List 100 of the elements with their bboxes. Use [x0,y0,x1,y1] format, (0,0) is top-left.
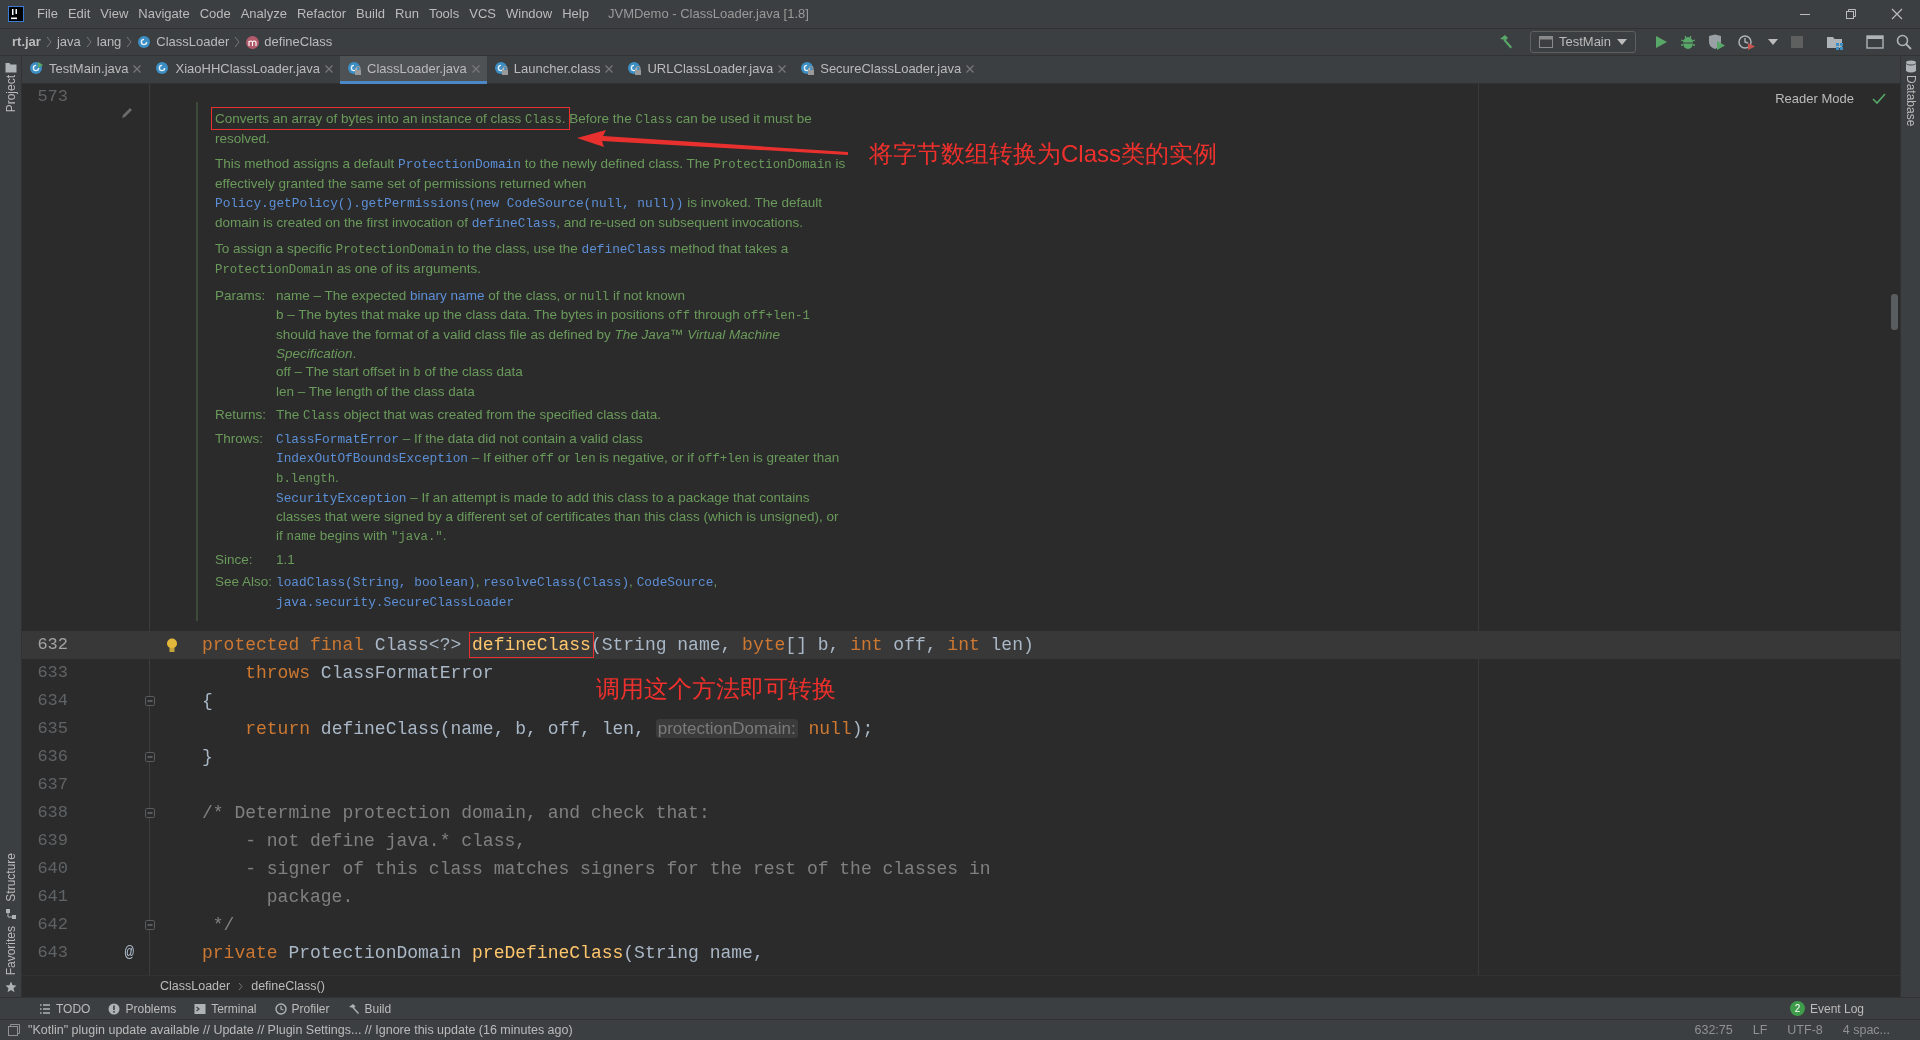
editor-tab[interactable]: XiaoHHClassLoader.java [148,56,340,84]
editor-tab[interactable]: Launcher.class [486,56,621,84]
tool-window-button[interactable]: Database [1901,73,1920,129]
chevron-icon [45,36,52,48]
status-item[interactable]: 4 spac... [1836,1020,1896,1040]
doc-link[interactable]: resolveClass(Class) [483,575,630,591]
doc-entry: b – The bytes that make up the class data. The bytes in positions off through off+len-1 should have the format of a valid class file as defined by The Java™ Virtual Machine Specification. [276,306,811,363]
tool-window-button[interactable]: Build [338,999,401,1018]
caret-icon[interactable] [1768,39,1778,45]
close-icon[interactable] [133,64,142,73]
tool-window-button[interactable]: Favorites [1,923,20,977]
doc-link[interactable]: defineClass [471,215,557,231]
doc-link[interactable]: binary name [410,287,485,303]
restore-icon[interactable] [1845,8,1857,20]
status-item[interactable]: LF [1746,1020,1774,1040]
close-icon[interactable] [325,64,333,73]
doc-link[interactable]: IndexOutOfBoundsException [276,451,468,467]
tool-window-button[interactable]: TODO [30,999,100,1018]
pencil-icon[interactable] [120,106,134,120]
menu-item[interactable]: Help [557,4,594,24]
chevron-icon [238,982,244,991]
menu-item[interactable]: Refactor [291,4,352,24]
line-number: 639 [37,831,68,851]
close-icon[interactable] [605,64,614,73]
run-icon[interactable] [1654,35,1668,49]
menu-item[interactable]: VCS [464,4,501,24]
tool-window-button[interactable]: Problems [99,999,186,1018]
doc-link[interactable]: SecurityException [276,490,407,506]
menu-item[interactable]: File [32,4,63,24]
warning-circle-icon [108,1002,121,1015]
status-item[interactable]: UTF-8 [1781,1020,1829,1040]
folder-icon[interactable] [4,62,17,73]
folder-grid-icon[interactable] [1826,34,1844,50]
menu-item[interactable]: Tools [423,4,465,24]
database-icon[interactable] [1904,60,1917,73]
hammer-icon [347,1002,360,1015]
profiler-icon[interactable] [1738,34,1756,50]
terminal-icon [194,1002,207,1015]
annotation-text: 将字节数组转换为Class类的实例 [869,140,1217,168]
editor-tab[interactable]: SecureClassLoader.java [793,56,982,84]
doc-link[interactable]: defineClass [581,242,666,258]
menu-item[interactable]: Code [194,4,236,24]
run-configuration-dropdown[interactable]: TestMain [1529,31,1636,53]
menu-item[interactable]: Run [390,4,424,24]
doc-link[interactable]: ClassFormatError [276,431,399,447]
notification-icon[interactable] [8,1024,20,1036]
breadcrumb-item[interactable]: ClassLoader [135,32,232,52]
doc-entry: ClassFormatError – If the data did not contain a valid class [276,429,644,449]
fold-icon[interactable] [145,920,155,930]
menu-item[interactable]: Analyze [235,4,292,24]
menu-item[interactable]: Window [500,4,558,24]
check-icon[interactable] [1872,92,1886,105]
code-line: { [202,690,213,713]
count-badge: 2 [1789,1001,1805,1016]
menu-item[interactable]: Build [351,4,390,24]
breadcrumb-item[interactable]: ClassLoader [160,977,231,996]
fold-icon[interactable] [145,752,155,762]
structure-icon[interactable] [4,907,17,920]
menu-item[interactable]: View [95,4,134,24]
class-icon [29,61,44,76]
breadcrumb-item[interactable]: defineClass [243,32,335,52]
app-logo-icon[interactable] [8,6,24,22]
close-icon[interactable] [966,64,975,73]
doc-link[interactable]: java.security.SecureClassLoader [276,595,515,611]
editor-tab[interactable]: URLClassLoader.java [620,56,794,84]
editor-tab[interactable]: ClassLoader.java [340,56,487,84]
line-number: 642 [37,915,68,935]
fold-icon[interactable] [145,696,155,706]
search-icon[interactable] [1896,34,1912,50]
menu-item[interactable]: Navigate [133,4,195,24]
window-icon [1538,36,1553,48]
fold-icon[interactable] [145,808,155,818]
window-icon[interactable] [1866,34,1884,50]
editor-tab[interactable]: TestMain.java [22,56,149,84]
tool-window-button[interactable]: Structure [1,850,20,904]
doc-link[interactable]: CodeSource [636,575,714,591]
shield-run-icon[interactable] [1708,34,1726,50]
breadcrumb-item[interactable]: rt.jar [10,32,43,52]
lightbulb-icon[interactable] [166,637,178,653]
tool-window-button[interactable]: Terminal [185,999,266,1018]
menu-item[interactable]: Edit [62,4,96,24]
event-log-button[interactable]: 2 Event Log [1783,998,1870,1019]
bug-icon[interactable] [1680,34,1696,50]
close-icon[interactable] [778,64,787,73]
doc-link[interactable]: loadClass(String, boolean) [276,575,476,591]
tool-window-button[interactable]: Profiler [265,999,339,1018]
close-icon[interactable] [1891,8,1903,20]
override-marker[interactable]: @ [124,941,134,965]
line-number: 635 [37,719,68,739]
star-icon[interactable] [4,981,17,993]
scrollbar-thumb[interactable] [1891,294,1898,330]
breadcrumb-item[interactable]: defineClass() [251,977,325,996]
doc-link[interactable]: ProtectionDomain [398,157,521,173]
breadcrumb-item[interactable]: lang [94,32,124,52]
status-item[interactable]: 632:75 [1688,1020,1739,1040]
reader-mode-button[interactable]: Reader Mode [1769,88,1860,110]
tool-window-button[interactable]: Project [1,73,20,115]
doc-link[interactable]: Policy.getPolicy().getPermissions(new CodeSource(null, null)) [215,195,684,211]
code-line: /* Determine protection domain, and check that: [202,802,710,825]
breadcrumb-item[interactable]: java [54,32,83,52]
